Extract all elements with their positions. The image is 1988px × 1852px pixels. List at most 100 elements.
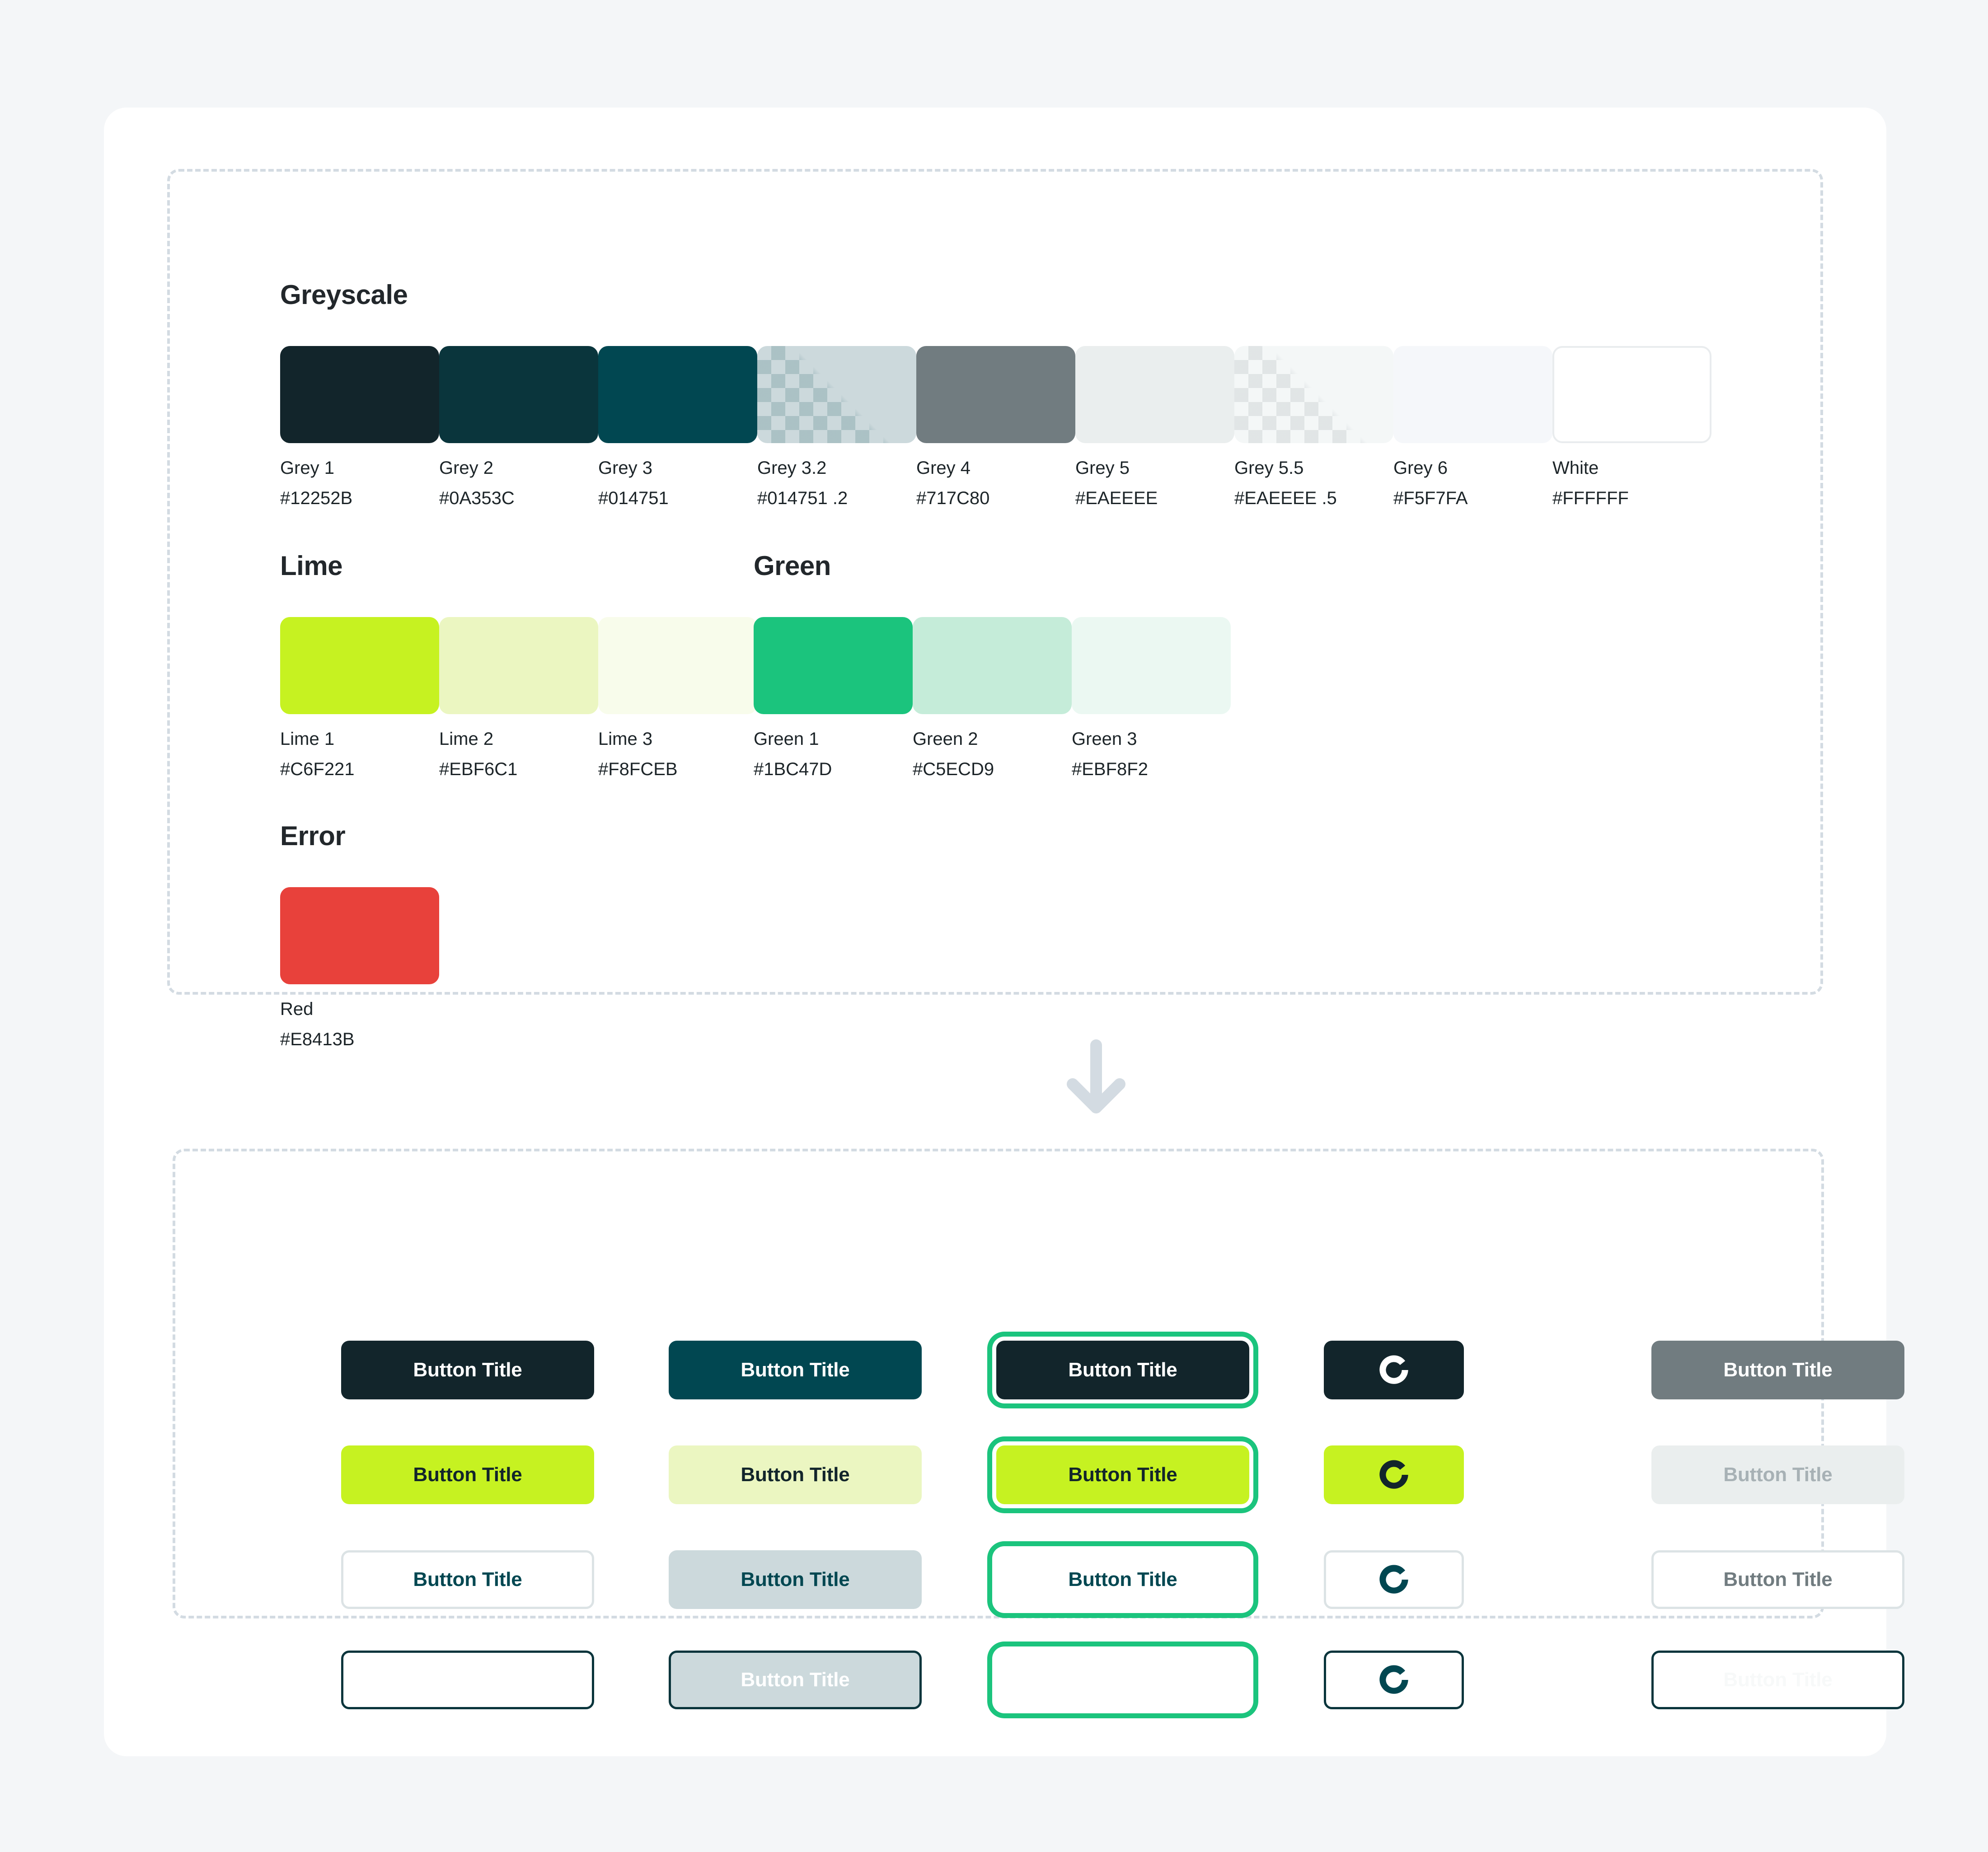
swatch-hex-value: #F8FCEB <box>598 759 678 780</box>
swatch-hex-value: #1BC47D <box>754 759 832 780</box>
swatch-name: Grey 3.2 <box>757 458 827 478</box>
swatch-name: Grey 6 <box>1393 458 1448 478</box>
swatch-color-box <box>1234 346 1393 443</box>
swatch-color-box <box>1075 346 1234 443</box>
swatch-hex-value: #C6F221 <box>280 759 355 780</box>
button-cell: Button Title <box>669 1550 996 1609</box>
swatch-hex-value: #EAEEEE <box>1075 488 1158 509</box>
swatch-row-greyscale: Grey 1 #12252B Grey 2 #0A353C Grey 3 #014751 G… <box>280 346 1711 509</box>
design-system-card: Greyscale Grey 1 #12252B Grey 2 #0A353C Grey… <box>104 108 1904 1756</box>
button-label: Button Title <box>741 1464 850 1486</box>
button-label: Button Title <box>1723 1464 1833 1486</box>
button-cell: Button Title <box>1651 1445 1979 1504</box>
color-swatch: Grey 5 #EAEEEE <box>1075 346 1234 509</box>
button-cell <box>1324 1651 1651 1709</box>
button-title-button[interactable]: Button Title <box>669 1550 922 1609</box>
button-cell: Button Title <box>996 1341 1324 1399</box>
button-title-button[interactable]: Button Title <box>669 1651 922 1709</box>
button-title-button[interactable]: Button Title <box>341 1341 594 1399</box>
transparency-checkerboard <box>1234 346 1393 443</box>
button-cell <box>1324 1445 1651 1504</box>
button-cell <box>996 1651 1324 1709</box>
loading-button[interactable] <box>1324 1550 1464 1609</box>
button-cell: Button Title <box>341 1550 669 1609</box>
color-swatch: Grey 3 #014751 <box>598 346 757 509</box>
button-row: Button Title Button Title Button Title Butt… <box>341 1550 1979 1609</box>
color-swatch: Green 2 #C5ECD9 <box>913 617 1072 780</box>
spinner-icon <box>1379 1665 1408 1694</box>
swatch-row-lime: Lime 1 #C6F221 Lime 2 #EBF6C1 Lime 3 #F8FCEB <box>280 617 757 780</box>
button-label: Button Title <box>1068 1568 1177 1590</box>
swatch-hex-value: #F5F7FA <box>1393 488 1468 509</box>
arrow-down-icon <box>1055 1037 1137 1118</box>
swatch-hex-value: #EBF8F2 <box>1072 759 1148 780</box>
button-title-button[interactable]: Button Title <box>1651 1445 1904 1504</box>
button-cell: Button Title <box>669 1445 996 1504</box>
button-title-button[interactable]: Button Title <box>996 1445 1249 1504</box>
button-title-button[interactable]: Button Title <box>669 1445 922 1504</box>
button-label: Button Title <box>741 1568 850 1590</box>
swatch-name: Green 2 <box>913 729 978 749</box>
color-swatch: Grey 5.5 #EAEEEE .5 <box>1234 346 1393 509</box>
swatch-color-box <box>439 346 598 443</box>
button-label: Button Title <box>1723 1568 1833 1590</box>
button-label: Button Title <box>413 1464 522 1486</box>
swatch-name: Grey 1 <box>280 458 335 478</box>
color-swatch: Grey 1 #12252B <box>280 346 439 509</box>
button-row: Button Title Button Title Button Title Butt… <box>341 1445 1979 1504</box>
button-title-button[interactable]: Button Title <box>996 1341 1249 1399</box>
color-swatch: Lime 3 #F8FCEB <box>598 617 757 780</box>
button-title-button[interactable] <box>341 1651 594 1709</box>
button-cell: Button Title <box>1651 1550 1979 1609</box>
color-swatch: Grey 3.2 #014751 .2 <box>757 346 916 509</box>
button-label: Button Title <box>741 1359 850 1381</box>
swatch-color-box <box>757 346 916 443</box>
button-label: Button Title <box>1068 1359 1177 1381</box>
button-label: Button Title <box>741 1669 850 1691</box>
button-label: Button Title <box>1068 1464 1177 1486</box>
button-cell: Button Title <box>996 1445 1324 1504</box>
swatch-name: Lime 1 <box>280 729 335 749</box>
swatch-color-box <box>916 346 1075 443</box>
button-title-button[interactable] <box>996 1651 1249 1709</box>
group-title-lime: Lime <box>280 551 343 581</box>
color-swatch: Green 3 #EBF8F2 <box>1072 617 1231 780</box>
button-label: Button Title <box>413 1568 522 1590</box>
swatch-hex-value: #FFFFFF <box>1552 488 1629 509</box>
swatch-hex-value: #EBF6C1 <box>439 759 518 780</box>
group-title-green: Green <box>754 551 831 581</box>
button-cell <box>1324 1341 1651 1399</box>
swatch-color-box <box>280 887 439 984</box>
button-title-button[interactable]: Button Title <box>1651 1550 1904 1609</box>
loading-button[interactable] <box>1324 1651 1464 1709</box>
swatch-name: Grey 5.5 <box>1234 458 1304 478</box>
button-cell <box>1324 1550 1651 1609</box>
loading-button[interactable] <box>1324 1445 1464 1504</box>
swatch-color-box <box>754 617 913 714</box>
swatch-hex-value: #EAEEEE .5 <box>1234 488 1337 509</box>
group-title-error: Error <box>280 821 346 851</box>
swatch-name: Grey 3 <box>598 458 653 478</box>
button-cell: Button Title <box>996 1550 1324 1609</box>
group-title-greyscale: Greyscale <box>280 280 408 310</box>
swatch-color-box <box>1552 346 1711 443</box>
button-cell: Button Title <box>1651 1341 1979 1399</box>
swatch-hex-value: #014751 .2 <box>757 488 848 509</box>
loading-button[interactable] <box>1324 1341 1464 1399</box>
button-title-button[interactable]: Button Title <box>1651 1651 1904 1709</box>
spinner-icon <box>1379 1565 1408 1594</box>
button-cell: Button Title <box>669 1651 996 1709</box>
button-title-button[interactable]: Button Title <box>341 1550 594 1609</box>
transparency-checkerboard <box>757 346 916 443</box>
swatch-name: Lime 2 <box>439 729 494 749</box>
button-title-button[interactable]: Button Title <box>996 1550 1249 1609</box>
button-title-button[interactable]: Button Title <box>1651 1341 1904 1399</box>
swatch-hex-value: #E8413B <box>280 1029 355 1050</box>
swatch-color-box <box>280 346 439 443</box>
swatch-color-box <box>913 617 1072 714</box>
color-swatch: Grey 2 #0A353C <box>439 346 598 509</box>
button-title-button[interactable]: Button Title <box>669 1341 922 1399</box>
button-row: Button Title Button Title Button Title Butt… <box>341 1341 1979 1399</box>
button-title-button[interactable]: Button Title <box>341 1445 594 1504</box>
swatch-color-box <box>598 617 757 714</box>
